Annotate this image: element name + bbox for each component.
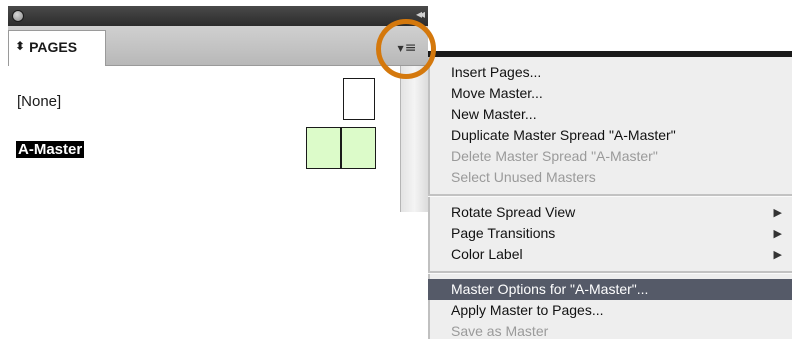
master-thumbnail-single[interactable] xyxy=(343,78,375,120)
menu-item-label: Duplicate Master Spread "A-Master" xyxy=(451,127,676,143)
menu-item-duplicate-master-spread[interactable]: Duplicate Master Spread "A-Master" xyxy=(428,125,792,146)
master-label: [None] xyxy=(17,93,62,110)
collapse-panel-icon[interactable]: ◂◂ xyxy=(416,7,425,21)
menu-item-label: Save as Master xyxy=(451,323,549,339)
menu-item-color-label[interactable]: Color Label ▶ xyxy=(428,244,792,265)
menu-item-label: Select Unused Masters xyxy=(451,169,596,185)
menu-item-insert-pages[interactable]: Insert Pages... xyxy=(428,62,792,83)
tab-pages[interactable]: ⬍ PAGES xyxy=(8,30,106,66)
master-thumbnail-spread[interactable] xyxy=(306,127,376,169)
menu-item-label: Master Options for "A-Master"... xyxy=(451,281,649,297)
menu-item-label: New Master... xyxy=(451,106,537,122)
menu-top-edge xyxy=(428,51,792,57)
menu-item-label: Insert Pages... xyxy=(451,64,542,80)
menu-item-page-transitions[interactable]: Page Transitions ▶ xyxy=(428,223,792,244)
menu-separator xyxy=(428,271,792,274)
menu-item-move-master[interactable]: Move Master... xyxy=(428,83,792,104)
tab-label: PAGES xyxy=(29,39,78,55)
pages-panel: ◂◂ ⬍ PAGES ▼ ≡ [None] A-Master xyxy=(8,6,428,212)
menu-item-label: Color Label xyxy=(451,246,523,262)
spread-spine xyxy=(340,128,342,168)
menu-item-master-options[interactable]: Master Options for "A-Master"... xyxy=(428,279,792,300)
menu-separator xyxy=(428,194,792,197)
menu-item-label: Move Master... xyxy=(451,85,543,101)
master-row-none[interactable]: [None] xyxy=(8,74,400,124)
menu-item-save-as-master: Save as Master xyxy=(428,321,792,339)
panel-titlebar: ◂◂ xyxy=(8,6,428,26)
panel-scrollbar[interactable] xyxy=(400,66,428,212)
menu-item-select-unused-masters: Select Unused Masters xyxy=(428,167,792,188)
menu-item-delete-master-spread: Delete Master Spread "A-Master" xyxy=(428,146,792,167)
highlight-ring-annotation xyxy=(376,19,436,79)
panel-flyout-menu: Insert Pages... Move Master... New Maste… xyxy=(428,51,792,339)
master-row-a-master[interactable]: A-Master xyxy=(8,124,400,174)
menu-item-new-master[interactable]: New Master... xyxy=(428,104,792,125)
submenu-arrow-icon: ▶ xyxy=(773,206,782,219)
menu-item-apply-master-to-pages[interactable]: Apply Master to Pages... xyxy=(428,300,792,321)
master-label-selected: A-Master xyxy=(16,141,85,158)
masters-list: [None] A-Master xyxy=(8,66,400,212)
submenu-arrow-icon: ▶ xyxy=(773,227,782,240)
menu-item-label: Delete Master Spread "A-Master" xyxy=(451,148,658,164)
menu-item-label: Rotate Spread View xyxy=(451,204,576,220)
menu-item-label: Page Transitions xyxy=(451,225,556,241)
updown-arrows-icon: ⬍ xyxy=(15,39,26,53)
panel-tabstrip: ⬍ PAGES xyxy=(8,26,428,66)
menu-item-rotate-spread-view[interactable]: Rotate Spread View ▶ xyxy=(428,202,792,223)
close-panel-icon[interactable] xyxy=(12,10,24,22)
submenu-arrow-icon: ▶ xyxy=(773,248,782,261)
menu-item-label: Apply Master to Pages... xyxy=(451,302,604,318)
